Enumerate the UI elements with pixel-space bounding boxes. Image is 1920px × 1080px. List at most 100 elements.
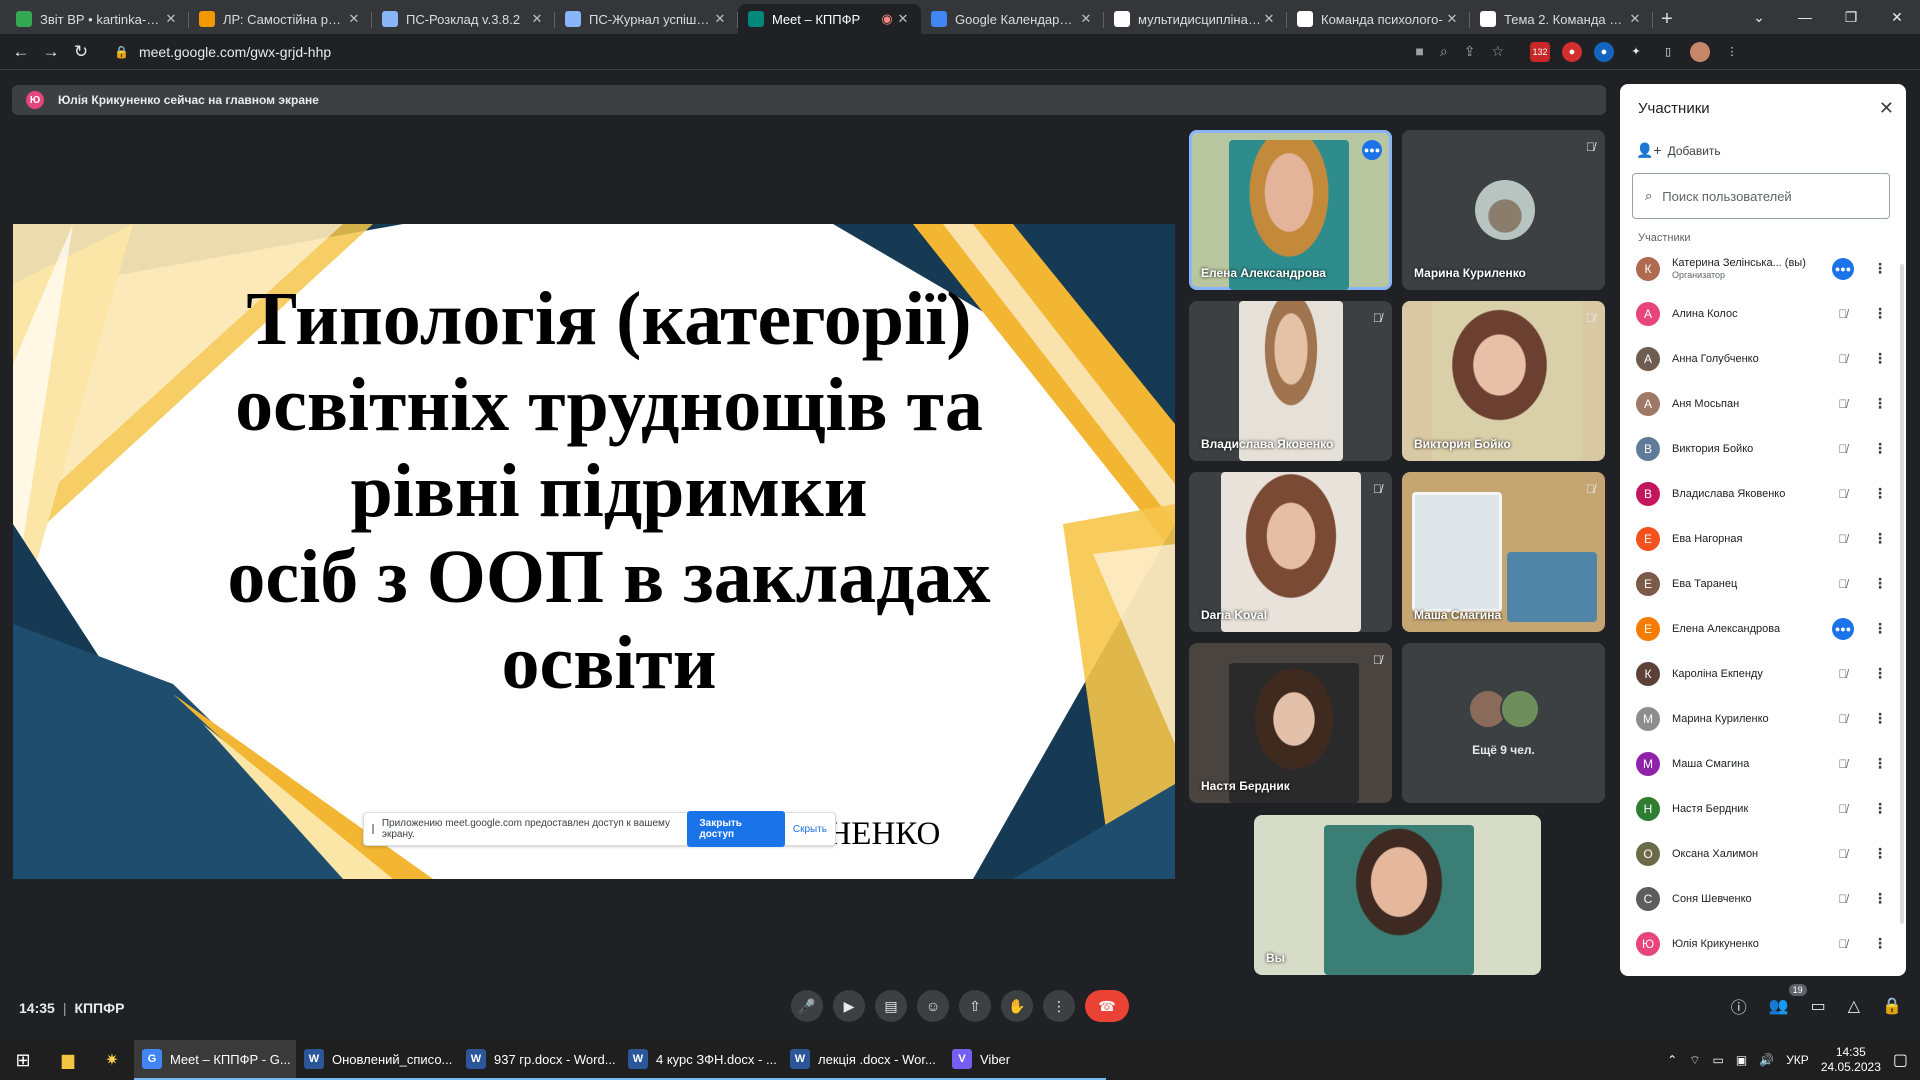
more-options-icon[interactable]: ⋮ xyxy=(1868,800,1892,817)
tray-expand-icon[interactable]: ⌃ xyxy=(1667,1053,1677,1067)
more-options-icon[interactable]: ⋮ xyxy=(1868,845,1892,862)
browser-tab[interactable]: Команда психолого- ✕ xyxy=(1287,4,1470,34)
browser-tab[interactable]: ЛР: Самостійна робот ✕ xyxy=(189,4,372,34)
more-options-icon[interactable]: ⋮ xyxy=(1868,260,1892,277)
raise-hand-button[interactable]: ✋ xyxy=(1001,990,1033,1022)
battery-icon[interactable]: ▭ xyxy=(1713,1053,1724,1067)
browser-tab[interactable]: Тема 2. Команда псих ✕ xyxy=(1470,4,1653,34)
captions-button[interactable]: ▤ xyxy=(875,990,907,1022)
tab-close-icon[interactable]: ✕ xyxy=(1078,11,1094,27)
participant-row[interactable]: А Алина Колос 🎙̸ ⋮ xyxy=(1620,291,1906,336)
reload-button[interactable]: ↻ xyxy=(66,37,96,67)
participant-tile[interactable]: 🎙̸ Марина Куриленко xyxy=(1402,130,1605,290)
participant-tile[interactable]: ●●● Елена Александрова xyxy=(1189,130,1392,290)
maximize-button[interactable]: ❐ xyxy=(1828,9,1874,26)
participant-row[interactable]: М Марина Куриленко 🎙̸ ⋮ xyxy=(1620,696,1906,741)
tab-search-icon[interactable]: ⌄ xyxy=(1736,9,1782,26)
file-explorer-icon[interactable]: ▆ xyxy=(46,1040,90,1080)
mic-off-icon[interactable]: 🎙̸ xyxy=(1832,753,1854,775)
tab-close-icon[interactable]: ✕ xyxy=(346,11,362,27)
more-participants-tile[interactable]: Ещё 9 чел. xyxy=(1402,643,1605,803)
participant-row[interactable]: К Кароліна Екпенду 🎙̸ ⋮ xyxy=(1620,651,1906,696)
profile-avatar[interactable] xyxy=(1690,41,1710,62)
extensions-puzzle-icon[interactable]: ✦ xyxy=(1626,42,1646,62)
extension-badge-icon[interactable]: 132 xyxy=(1530,41,1550,62)
stop-sharing-button[interactable]: Закрыть доступ xyxy=(687,811,785,847)
tab-close-icon[interactable]: ✕ xyxy=(1261,11,1277,27)
side-panel-icon[interactable]: ▯ xyxy=(1658,42,1678,62)
drag-handle-icon[interactable] xyxy=(372,824,374,834)
more-options-icon[interactable]: ⋮ xyxy=(1868,350,1892,367)
reactions-button[interactable]: ☺ xyxy=(917,990,949,1022)
extension-icon[interactable]: ● xyxy=(1594,41,1614,62)
minimize-button[interactable]: — xyxy=(1782,9,1828,25)
mic-off-icon[interactable]: 🎙̸ xyxy=(1832,933,1854,955)
search-input[interactable]: ⌕ Поиск пользователей xyxy=(1632,173,1890,219)
participant-tile[interactable]: 🎙̸ Daria Koval xyxy=(1189,472,1392,632)
notifications-icon[interactable]: ▢ xyxy=(1893,1050,1908,1070)
more-options-icon[interactable]: ⋮ xyxy=(1868,935,1892,952)
host-controls-icon[interactable]: 🔒 xyxy=(1882,996,1902,1016)
chat-icon[interactable]: ▭ xyxy=(1811,996,1826,1016)
chrome-menu-icon[interactable]: ⋮ xyxy=(1722,42,1742,62)
mic-off-icon[interactable]: 🎙̸ xyxy=(1832,528,1854,550)
forward-button[interactable]: → xyxy=(36,37,66,67)
language-indicator[interactable]: УКР xyxy=(1786,1053,1809,1067)
activities-icon[interactable]: △ xyxy=(1848,996,1860,1016)
taskbar-app-button[interactable]: W 4 курс ЗФН.docx - ... xyxy=(620,1040,782,1080)
participant-tile[interactable]: 🎙̸ Виктория Бойко xyxy=(1402,301,1605,461)
participant-row[interactable]: С Соня Шевченко 🎙̸ ⋮ xyxy=(1620,876,1906,921)
extension-icon[interactable]: ● xyxy=(1562,41,1582,62)
camera-icon[interactable]: ■ xyxy=(1415,43,1423,60)
participant-row[interactable]: А Аня Мосьпан 🎙̸ ⋮ xyxy=(1620,381,1906,426)
scrollbar[interactable] xyxy=(1900,264,1904,924)
mic-off-icon[interactable]: 🎙̸ xyxy=(1832,663,1854,685)
more-options-icon[interactable]: ⋮ xyxy=(1868,710,1892,727)
close-icon[interactable]: ✕ xyxy=(1879,98,1894,119)
url-bar[interactable]: 🔒 meet.google.com/gwx-grjd-hhp ■ ⌕ ⇪ ☆ xyxy=(104,37,1514,66)
taskbar-app-button[interactable]: Wлекція .docx - Wor... xyxy=(782,1040,944,1080)
share-icon[interactable]: ⇪ xyxy=(1464,43,1476,60)
browser-tab[interactable]: Google Календарь - с ✕ xyxy=(921,4,1104,34)
taskbar-app-button[interactable]: W 937 гр.docx - Word... xyxy=(458,1040,620,1080)
more-options-icon[interactable]: ⋮ xyxy=(1868,890,1892,907)
participant-row[interactable]: К Катерина Зелінська... (вы) Организатор ●●… xyxy=(1620,246,1906,291)
participant-tile[interactable]: 🎙̸ Владислава Яковенко xyxy=(1189,301,1392,461)
participant-row[interactable]: Е Елена Александрова ●●● ⋮ xyxy=(1620,606,1906,651)
back-button[interactable]: ← xyxy=(6,37,36,67)
people-icon[interactable]: 👥 19 xyxy=(1769,984,1807,1016)
mic-off-icon[interactable]: 🎙̸ xyxy=(1832,393,1854,415)
participant-row[interactable]: Н Настя Бердник 🎙̸ ⋮ xyxy=(1620,786,1906,831)
microphone-button[interactable]: 🎤 xyxy=(791,990,823,1022)
more-options-icon[interactable]: ⋮ xyxy=(1868,440,1892,457)
participant-row[interactable]: В Владислава Яковенко 🎙̸ ⋮ xyxy=(1620,471,1906,516)
participant-tile[interactable]: 🎙̸ Маша Смагина xyxy=(1402,472,1605,632)
more-options-icon[interactable]: ⋮ xyxy=(1868,620,1892,637)
add-people-button[interactable]: 👤+ Добавить xyxy=(1636,142,1721,159)
close-window-button[interactable]: ✕ xyxy=(1874,9,1920,26)
browser-tab[interactable]: ПС-Журнал успішнос ✕ xyxy=(555,4,738,34)
participant-row[interactable]: В Виктория Бойко 🎙̸ ⋮ xyxy=(1620,426,1906,471)
participant-row[interactable]: Е Ева Нагорная 🎙̸ ⋮ xyxy=(1620,516,1906,561)
mic-off-icon[interactable]: 🎙̸ xyxy=(1832,708,1854,730)
more-options-icon[interactable]: ⋮ xyxy=(1868,485,1892,502)
browser-tab[interactable]: Meet – КППФР ◉ ✕ xyxy=(738,4,921,34)
tab-close-icon[interactable]: ✕ xyxy=(1627,11,1643,27)
start-button[interactable]: ⊞ xyxy=(0,1040,46,1080)
participant-row[interactable]: Ю Юлія Крикуненко 🎙̸ ⋮ xyxy=(1620,921,1906,966)
tab-close-icon[interactable]: ✕ xyxy=(163,11,179,27)
camera-button[interactable]: ▶ xyxy=(833,990,865,1022)
hide-notice-link[interactable]: Скрыть xyxy=(793,824,827,835)
leave-call-button[interactable]: ☎ xyxy=(1085,990,1129,1022)
present-button[interactable]: ⇧ xyxy=(959,990,991,1022)
tab-close-icon[interactable]: ✕ xyxy=(1444,11,1460,27)
more-options-icon[interactable]: ⋮ xyxy=(1868,575,1892,592)
more-options-icon[interactable]: ⋮ xyxy=(1868,665,1892,682)
zoom-icon[interactable]: ⌕ xyxy=(1440,43,1448,60)
browser-tab[interactable]: мультидисциплінарн ✕ xyxy=(1104,4,1287,34)
tab-close-icon[interactable]: ✕ xyxy=(712,11,728,27)
more-options-icon[interactable]: ⋮ xyxy=(1868,395,1892,412)
mic-off-icon[interactable]: 🎙̸ xyxy=(1832,303,1854,325)
browser-tab[interactable]: ПС-Розклад v.3.8.2 ✕ xyxy=(372,4,555,34)
browser-tab[interactable]: Звіт ВР • kartinka-mu: ✕ xyxy=(6,4,189,34)
